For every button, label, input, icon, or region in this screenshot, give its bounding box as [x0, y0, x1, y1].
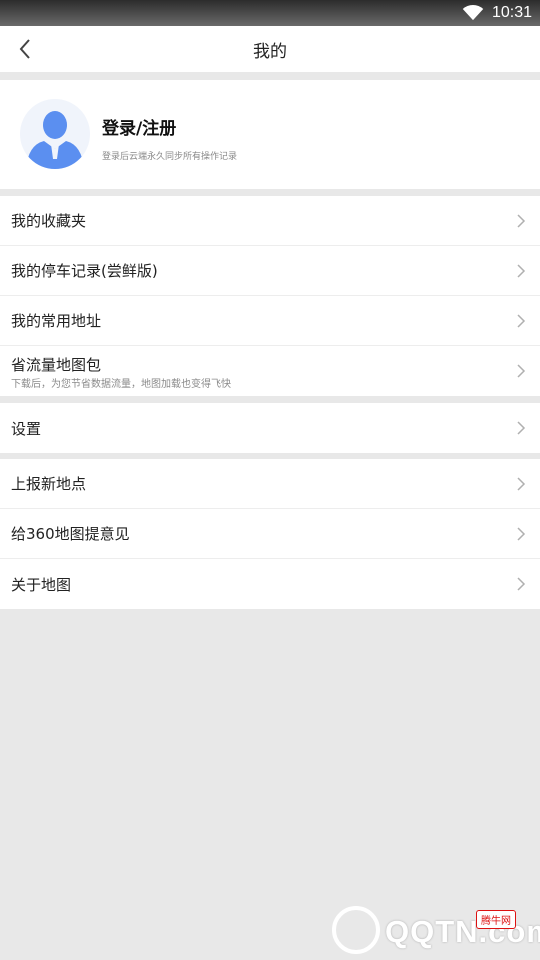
menu-item-settings[interactable]: 设置	[0, 403, 540, 453]
user-silhouette-icon	[26, 111, 84, 169]
menu-item-label: 上报新地点	[11, 475, 87, 493]
wifi-icon	[462, 5, 484, 21]
chevron-right-icon	[517, 364, 526, 378]
title-bar: 我的	[0, 26, 540, 72]
watermark-text: QQTN.com	[385, 914, 540, 949]
watermark-badge: 腾牛网	[476, 910, 516, 929]
chevron-right-icon	[517, 313, 526, 328]
menu-item-label: 我的常用地址	[11, 312, 102, 330]
chevron-right-icon	[517, 421, 526, 435]
menu-item-label: 设置	[11, 419, 42, 438]
status-time: 10:31	[491, 4, 532, 21]
profile-card[interactable]: 登录/注册 登录后云端永久同步所有操作记录	[0, 80, 540, 189]
menu-item-label: 我的停车记录(尝鲜版)	[11, 262, 158, 280]
menu-item-offline-map-pack[interactable]: 省流量地图包 下载后，为您节省数据流量，地图加载也变得飞快	[0, 346, 540, 396]
menu-item-label: 给360地图提意见	[11, 525, 130, 543]
menu-item-label: 关于地图	[11, 575, 72, 594]
page-title: 我的	[253, 41, 287, 62]
status-bar: 10:31	[0, 0, 540, 26]
watermark: QQTN.com 腾牛网	[330, 900, 540, 958]
menu-group-settings: 设置	[0, 403, 540, 453]
menu-item-feedback[interactable]: 给360地图提意见	[0, 509, 540, 559]
login-subtitle: 登录后云端永久同步所有操作记录	[102, 152, 238, 162]
menu-item-label: 省流量地图包	[11, 356, 102, 374]
menu-item-label: 我的收藏夹	[11, 212, 87, 230]
menu-item-subtitle: 下载后，为您节省数据流量，地图加载也变得飞快	[11, 379, 231, 390]
back-button[interactable]	[8, 32, 42, 66]
login-register-link[interactable]: 登录/注册	[102, 114, 237, 139]
menu-item-favorites[interactable]: 我的收藏夹	[0, 196, 540, 246]
chevron-right-icon	[517, 526, 526, 541]
menu-group-account: 我的收藏夹 我的停车记录(尝鲜版) 我的常用地址 省流量地图包 下载后，为您节省…	[0, 196, 540, 396]
chevron-right-icon	[517, 263, 526, 278]
chevron-right-icon	[517, 577, 526, 591]
menu-group-feedback: 上报新地点 给360地图提意见 关于地图	[0, 459, 540, 609]
chevron-left-icon	[19, 39, 30, 59]
menu-item-common-addresses[interactable]: 我的常用地址	[0, 296, 540, 346]
menu-item-about[interactable]: 关于地图	[0, 559, 540, 609]
profile-text: 登录/注册 登录后云端永久同步所有操作记录	[102, 114, 237, 162]
chevron-right-icon	[517, 476, 526, 491]
menu-item-report-new-place[interactable]: 上报新地点	[0, 459, 540, 509]
menu-item-parking-records[interactable]: 我的停车记录(尝鲜版)	[0, 246, 540, 296]
chevron-right-icon	[517, 213, 526, 228]
watermark-logo-icon	[332, 906, 380, 954]
avatar[interactable]	[20, 99, 90, 169]
